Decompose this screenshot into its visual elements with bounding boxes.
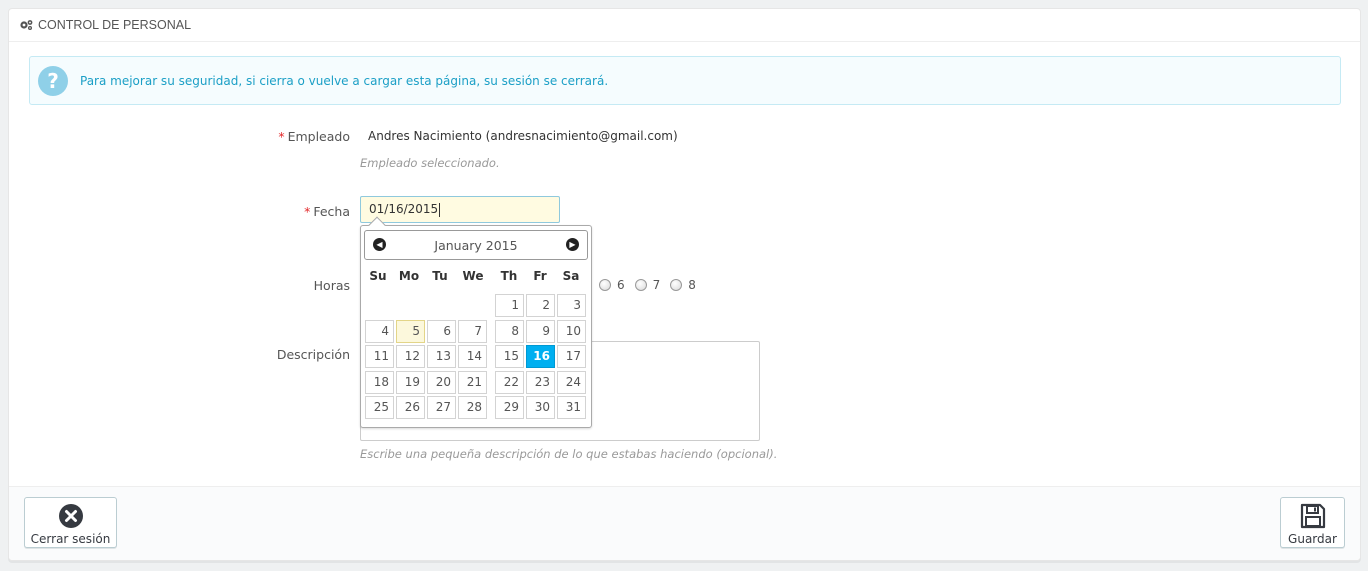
hours-option-label: 7 <box>652 278 661 292</box>
hours-option-label: 6 <box>617 278 625 292</box>
weekday-header: Mo <box>398 269 420 283</box>
save-button[interactable]: Guardar <box>1280 497 1345 548</box>
weekday-header: Fr <box>533 269 547 283</box>
save-label: Guardar <box>1288 532 1337 546</box>
calendar-day[interactable]: 29 <box>495 396 524 419</box>
calendar-day[interactable]: 6 <box>427 319 456 343</box>
datepicker-year: 2015 <box>485 238 518 253</box>
radio-button[interactable] <box>670 279 683 291</box>
staff-control-panel: CONTROL DE PERSONAL ? Para mejorar su se… <box>8 8 1361 561</box>
calendar-day[interactable]: 12 <box>396 345 425 368</box>
calendar-day[interactable]: 9 <box>526 319 555 343</box>
hours-option-8[interactable]: 8 <box>670 278 696 292</box>
date-input-value: 01/16/2015 <box>369 202 439 216</box>
employee-label-text: Empleado <box>287 129 350 144</box>
calendar-day[interactable]: 26 <box>396 396 425 419</box>
calendar-day[interactable]: 28 <box>458 396 487 419</box>
description-help: Escribe una pequeña descripción de lo qu… <box>360 447 778 461</box>
close-circle-icon <box>58 504 83 528</box>
calendar-day[interactable]: 24 <box>557 370 586 394</box>
calendar-day[interactable]: 30 <box>526 396 555 419</box>
security-alert: ? Para mejorar su seguridad, si cierra o… <box>29 56 1341 105</box>
calendar-day[interactable]: 23 <box>526 370 555 394</box>
gears-icon <box>20 20 33 30</box>
calendar-day[interactable]: 17 <box>557 345 586 368</box>
calendar-day[interactable]: 1 <box>495 294 524 317</box>
logout-button[interactable]: Cerrar sesión <box>24 497 117 548</box>
calendar-day[interactable]: 2 <box>526 294 555 317</box>
radio-button[interactable] <box>634 279 647 291</box>
calendar-day[interactable]: 15 <box>495 345 524 368</box>
calendar-day[interactable]: 5 <box>396 319 425 343</box>
calendar-day[interactable]: 19 <box>396 370 425 394</box>
description-label: Descripción <box>276 347 350 362</box>
question-icon: ? <box>38 65 68 96</box>
calendar-day[interactable]: 3 <box>557 294 586 317</box>
calendar-day[interactable]: 7 <box>458 319 487 343</box>
weekday-header: Tu <box>432 269 448 283</box>
date-label: * Fecha <box>150 204 350 219</box>
hours-option-7[interactable]: 7 <box>634 278 661 292</box>
radio-button[interactable] <box>599 279 611 291</box>
floppy-disk-icon <box>1300 503 1325 529</box>
calendar-day[interactable]: 21 <box>458 370 487 394</box>
required-mark: * <box>304 204 311 219</box>
logout-label: Cerrar sesión <box>30 532 111 546</box>
date-input[interactable]: 01/16/2015 <box>360 196 560 223</box>
panel-footer: Cerrar sesión Guardar <box>9 486 1360 560</box>
date-label-text: Fecha <box>313 204 350 219</box>
hours-radio-group: 6 7 8 <box>599 278 696 292</box>
text-cursor <box>439 202 441 217</box>
calendar-day[interactable]: 4 <box>365 319 394 343</box>
datepicker: ◀ January 2015 ▶ Su Mo Tu We Th Fr Sa 1 2 3 4 5 6 7 8 9… <box>360 216 592 428</box>
hours-option-6[interactable]: 6 <box>599 278 625 292</box>
calendar-day[interactable]: 20 <box>427 370 456 394</box>
calendar-day[interactable]: 13 <box>427 345 456 368</box>
datepicker-title: January 2015 <box>365 238 587 253</box>
calendar-day[interactable]: 18 <box>365 370 394 394</box>
panel-title: CONTROL DE PERSONAL <box>38 18 192 32</box>
panel-heading: CONTROL DE PERSONAL <box>9 9 1360 42</box>
calendar-day[interactable]: 11 <box>365 345 394 368</box>
alert-text: Para mejorar su seguridad, si cierra o v… <box>80 73 609 88</box>
calendar-day[interactable]: 27 <box>427 396 456 419</box>
weekday-header: Sa <box>562 269 580 283</box>
weekday-header: Su <box>369 269 387 283</box>
employee-value: Andres Nacimiento (andresnacimiento@gmai… <box>368 129 678 143</box>
hours-option-label: 8 <box>688 278 696 292</box>
hours-label: Horas <box>313 278 350 293</box>
weekday-header: We <box>462 269 484 283</box>
calendar-day[interactable]: 16 <box>526 345 555 368</box>
weekday-header: Th <box>500 269 518 283</box>
employee-label: * Empleado <box>150 129 350 144</box>
calendar-day[interactable]: 14 <box>458 345 487 368</box>
next-month-icon[interactable]: ▶ <box>566 238 579 251</box>
datepicker-month: January <box>434 238 482 253</box>
calendar-day[interactable]: 10 <box>557 319 586 343</box>
calendar-day[interactable]: 8 <box>495 319 524 343</box>
datepicker-header: ◀ January 2015 ▶ <box>364 230 588 260</box>
calendar-day[interactable]: 22 <box>495 370 524 394</box>
calendar-day[interactable]: 25 <box>365 396 394 419</box>
employee-help: Empleado seleccionado. <box>360 156 500 170</box>
calendar-day[interactable]: 31 <box>557 396 586 419</box>
required-mark: * <box>278 129 285 144</box>
